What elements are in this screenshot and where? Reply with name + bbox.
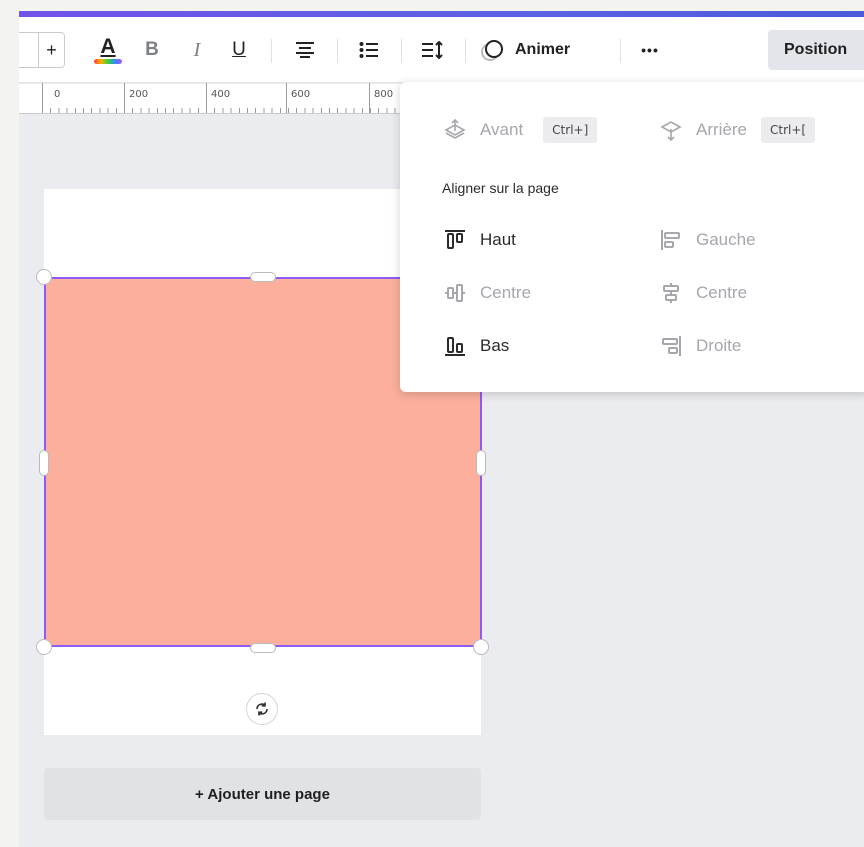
editor-app: + A B I U Animer ••• Position 0 200 400 … xyxy=(19,0,864,847)
resize-handle-bottom-left[interactable] xyxy=(36,639,52,655)
ruler-minor-ticks xyxy=(42,108,419,113)
bring-forward-icon xyxy=(442,117,468,143)
bullet-list-icon xyxy=(359,42,378,58)
rotate-button[interactable] xyxy=(246,693,278,725)
ruler-label: 400 xyxy=(211,89,231,100)
horizontal-ruler: 0 200 400 600 800 xyxy=(19,83,419,114)
align-middle-icon xyxy=(442,280,468,306)
toolbar-divider xyxy=(271,39,272,63)
send-backward-icon xyxy=(658,117,684,143)
text-color-letter: A xyxy=(100,34,116,58)
align-top-label: Haut xyxy=(480,230,516,249)
align-middle-label: Centre xyxy=(480,283,532,302)
bring-forward-label: Avant xyxy=(480,120,524,139)
add-page-button[interactable]: + Ajouter une page xyxy=(44,768,481,820)
align-middle-item[interactable]: Centre xyxy=(442,280,531,306)
align-bottom-icon xyxy=(442,333,468,359)
send-backward-item[interactable]: Arrière Ctrl+[ xyxy=(658,117,816,143)
resize-handle-left[interactable] xyxy=(39,450,49,476)
position-button[interactable]: Position xyxy=(768,30,864,70)
align-section-heading: Aligner sur la page xyxy=(442,180,559,196)
bring-forward-shortcut: Ctrl+] xyxy=(543,117,598,143)
rotate-icon xyxy=(256,702,268,716)
ruler-label: 800 xyxy=(374,89,394,100)
bring-forward-item[interactable]: Avant Ctrl+] xyxy=(442,117,598,143)
align-horizontal-center-icon xyxy=(658,280,684,306)
list-button[interactable] xyxy=(353,32,385,68)
align-center-icon xyxy=(296,42,314,58)
resize-handle-bottom[interactable] xyxy=(250,643,276,653)
resize-handle-bottom-right[interactable] xyxy=(473,639,489,655)
underline-button[interactable]: U xyxy=(224,32,254,68)
font-size-stepper[interactable]: + xyxy=(19,32,65,68)
toolbar-divider xyxy=(337,39,338,63)
position-dropdown: Avant Ctrl+] Arrière Ctrl+[ Aligner sur … xyxy=(400,82,864,392)
align-top-item[interactable]: Haut xyxy=(442,227,516,253)
text-align-button[interactable] xyxy=(289,32,321,68)
align-right-label: Droite xyxy=(696,336,742,355)
resize-handle-right[interactable] xyxy=(476,450,486,476)
align-bottom-item[interactable]: Bas xyxy=(442,333,509,359)
toolbar: + A B I U Animer ••• Position xyxy=(19,17,864,83)
text-color-button[interactable]: A xyxy=(91,32,125,68)
toolbar-divider xyxy=(401,39,402,63)
align-right-item[interactable]: Droite xyxy=(658,333,741,359)
resize-handle-top[interactable] xyxy=(250,272,276,282)
send-backward-label: Arrière xyxy=(696,120,748,139)
align-left-icon xyxy=(658,227,684,253)
align-center-item[interactable]: Centre xyxy=(658,280,747,306)
align-bottom-label: Bas xyxy=(480,336,510,355)
toolbar-divider xyxy=(465,39,466,63)
font-size-increase-button[interactable]: + xyxy=(38,33,64,67)
animate-label: Animer xyxy=(515,41,571,58)
more-options-button[interactable]: ••• xyxy=(633,32,667,68)
align-left-label: Gauche xyxy=(696,230,756,249)
line-spacing-icon xyxy=(422,41,443,59)
align-left-item[interactable]: Gauche xyxy=(658,227,756,253)
ruler-label: 0 xyxy=(54,89,61,100)
rainbow-color-bar-icon xyxy=(94,58,122,64)
align-right-icon xyxy=(658,333,684,359)
toolbar-divider xyxy=(620,39,621,63)
animate-icon xyxy=(481,40,503,61)
spacing-button[interactable] xyxy=(415,32,451,68)
italic-button[interactable]: I xyxy=(182,32,212,68)
ruler-label: 200 xyxy=(129,89,149,100)
resize-handle-top-left[interactable] xyxy=(36,269,52,285)
send-backward-shortcut: Ctrl+[ xyxy=(761,117,816,143)
bold-button[interactable]: B xyxy=(137,32,167,68)
align-center-label: Centre xyxy=(696,283,748,302)
ruler-label: 600 xyxy=(291,89,311,100)
align-top-icon xyxy=(442,227,468,253)
animate-button[interactable]: Animer xyxy=(479,32,599,68)
